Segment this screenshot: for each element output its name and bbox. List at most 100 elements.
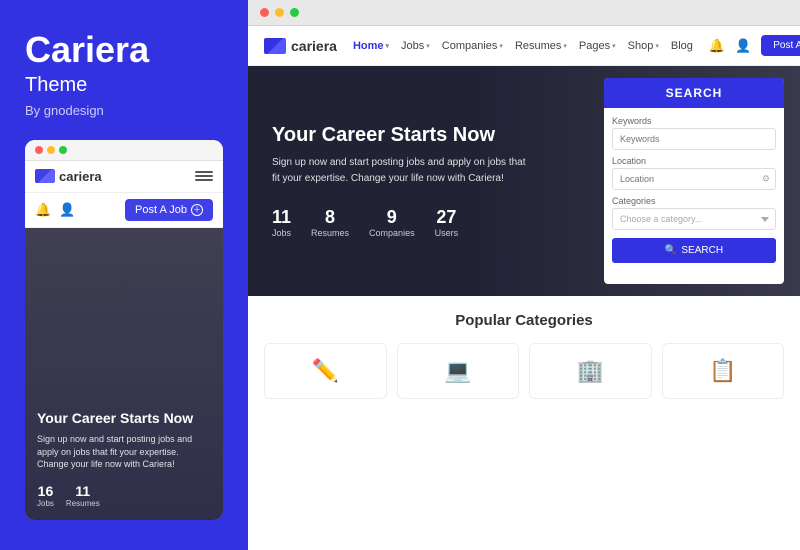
nav-jobs-chevron: ▾ bbox=[426, 42, 430, 50]
mobile-mockup: cariera 🔔 👤 Post A Job ＋ Your Career bbox=[25, 140, 223, 520]
hero-stat-companies-label: Companies bbox=[369, 228, 415, 238]
nav-blog-label: Blog bbox=[671, 40, 693, 52]
business-icon: 🏢 bbox=[577, 358, 604, 384]
mobile-stat-resumes: 11 Resumes bbox=[66, 483, 100, 508]
hero-stat-resumes-num: 8 bbox=[311, 207, 349, 228]
design-icon: ✏️ bbox=[312, 358, 339, 384]
search-location-group: Location ⚙ bbox=[612, 156, 776, 190]
nav-user-icon[interactable]: 👤 bbox=[735, 38, 751, 54]
nav-shop-chevron: ▾ bbox=[655, 42, 659, 50]
technology-icon: 💻 bbox=[444, 358, 471, 384]
site-nav: cariera Home ▾ Jobs ▾ Companies ▾ Resume… bbox=[248, 26, 800, 66]
category-card-education[interactable]: 📋 bbox=[662, 343, 785, 399]
hero-stat-users: 27 Users bbox=[435, 207, 459, 238]
categories-grid: ✏️ 💻 🏢 📋 bbox=[264, 343, 784, 399]
nav-link-blog[interactable]: Blog bbox=[671, 40, 693, 52]
hero-subtitle: Sign up now and start posting jobs and a… bbox=[272, 155, 532, 187]
left-subtitle: Theme bbox=[25, 74, 223, 97]
search-panel-body: Keywords Location ⚙ Categories Choose bbox=[604, 108, 784, 271]
user-icon[interactable]: 👤 bbox=[59, 202, 75, 218]
nav-home-label: Home bbox=[353, 40, 384, 52]
mobile-hero-content: Your Career Starts Now Sign up now and s… bbox=[37, 409, 211, 508]
nav-resumes-label: Resumes bbox=[515, 40, 561, 52]
nav-jobs-label: Jobs bbox=[401, 40, 424, 52]
nav-link-companies[interactable]: Companies ▾ bbox=[442, 40, 503, 52]
nav-link-home[interactable]: Home ▾ bbox=[353, 40, 389, 52]
mobile-window-dots bbox=[35, 146, 67, 154]
keywords-input[interactable] bbox=[612, 128, 776, 150]
left-logo: Cariera bbox=[25, 30, 223, 70]
mobile-hero: Your Career Starts Now Sign up now and s… bbox=[25, 228, 223, 520]
mobile-stats: 16 Jobs 11 Resumes bbox=[37, 483, 211, 508]
nav-pages-chevron: ▾ bbox=[612, 42, 616, 50]
nav-bell-icon[interactable]: 🔔 bbox=[709, 38, 725, 54]
categories-select[interactable]: Choose a category... bbox=[612, 208, 776, 230]
nav-link-shop[interactable]: Shop ▾ bbox=[628, 40, 659, 52]
hamburger-line-1 bbox=[195, 171, 213, 173]
search-button[interactable]: 🔍 SEARCH bbox=[612, 238, 776, 263]
search-panel-header: SEARCH bbox=[604, 78, 784, 108]
left-byline: By gnodesign bbox=[25, 103, 223, 118]
hero-stat-users-num: 27 bbox=[435, 207, 459, 228]
location-field-wrapper: ⚙ bbox=[612, 168, 776, 190]
browser-dot-red bbox=[260, 8, 269, 17]
mobile-dot-yellow bbox=[47, 146, 55, 154]
search-btn-label: SEARCH bbox=[681, 245, 723, 256]
mobile-logo-icon bbox=[35, 169, 55, 183]
site-nav-right: 🔔 👤 Post A Job ＋ bbox=[709, 35, 800, 56]
nav-link-jobs[interactable]: Jobs ▾ bbox=[401, 40, 430, 52]
browser-dot-green bbox=[290, 8, 299, 17]
search-categories-group: Categories Choose a category... bbox=[612, 196, 776, 230]
bell-icon[interactable]: 🔔 bbox=[35, 202, 51, 218]
mobile-action-bar: 🔔 👤 Post A Job ＋ bbox=[25, 193, 223, 228]
browser-chrome bbox=[248, 0, 800, 26]
category-card-design[interactable]: ✏️ bbox=[264, 343, 387, 399]
mobile-nav-logo: cariera bbox=[35, 169, 102, 184]
mobile-dot-red bbox=[35, 146, 43, 154]
mobile-dot-green bbox=[59, 146, 67, 154]
category-card-business[interactable]: 🏢 bbox=[529, 343, 652, 399]
hero-stat-jobs-num: 11 bbox=[272, 207, 291, 228]
hamburger-line-2 bbox=[195, 175, 213, 177]
mobile-post-job-button[interactable]: Post A Job ＋ bbox=[125, 199, 213, 221]
mobile-stat-resumes-label: Resumes bbox=[66, 499, 100, 508]
post-job-desktop-button[interactable]: Post A Job ＋ bbox=[761, 35, 800, 56]
mobile-nav-icons: 🔔 👤 bbox=[35, 202, 75, 218]
post-job-desktop-label: Post A Job bbox=[773, 40, 800, 51]
category-card-technology[interactable]: 💻 bbox=[397, 343, 520, 399]
hero-stat-companies: 9 Companies bbox=[369, 207, 415, 238]
hero-stat-jobs: 11 Jobs bbox=[272, 207, 291, 238]
location-icon: ⚙ bbox=[762, 174, 770, 185]
site-nav-links: Home ▾ Jobs ▾ Companies ▾ Resumes ▾ Page… bbox=[353, 40, 693, 52]
nav-pages-label: Pages bbox=[579, 40, 610, 52]
nav-resumes-chevron: ▾ bbox=[563, 42, 567, 50]
right-panel: cariera Home ▾ Jobs ▾ Companies ▾ Resume… bbox=[248, 0, 800, 550]
site-logo-icon bbox=[264, 38, 286, 54]
hamburger-menu[interactable] bbox=[195, 171, 213, 181]
browser-dot-yellow bbox=[275, 8, 284, 17]
mobile-post-job-icon: ＋ bbox=[191, 204, 203, 216]
mobile-logo-text: cariera bbox=[59, 169, 102, 184]
mobile-hero-sub: Sign up now and start posting jobs and a… bbox=[37, 433, 211, 471]
nav-link-resumes[interactable]: Resumes ▾ bbox=[515, 40, 567, 52]
education-icon: 📋 bbox=[709, 358, 736, 384]
site-logo-text: cariera bbox=[291, 38, 337, 54]
hero-stat-users-label: Users bbox=[435, 228, 459, 238]
mobile-stat-jobs-label: Jobs bbox=[37, 499, 54, 508]
mobile-topbar bbox=[25, 140, 223, 161]
categories-label: Categories bbox=[612, 196, 776, 206]
nav-link-pages[interactable]: Pages ▾ bbox=[579, 40, 616, 52]
hero-stat-resumes-label: Resumes bbox=[311, 228, 349, 238]
hamburger-line-3 bbox=[195, 179, 213, 181]
keywords-label: Keywords bbox=[612, 116, 776, 126]
hero-stat-jobs-label: Jobs bbox=[272, 228, 291, 238]
nav-home-chevron: ▾ bbox=[386, 42, 390, 50]
nav-shop-label: Shop bbox=[628, 40, 654, 52]
site-logo[interactable]: cariera bbox=[264, 38, 337, 54]
location-input[interactable] bbox=[612, 168, 776, 190]
hero-stat-resumes: 8 Resumes bbox=[311, 207, 349, 238]
left-panel: Cariera Theme By gnodesign cariera bbox=[0, 0, 248, 550]
nav-companies-chevron: ▾ bbox=[499, 42, 503, 50]
location-label: Location bbox=[612, 156, 776, 166]
mobile-post-job-label: Post A Job bbox=[135, 204, 187, 216]
